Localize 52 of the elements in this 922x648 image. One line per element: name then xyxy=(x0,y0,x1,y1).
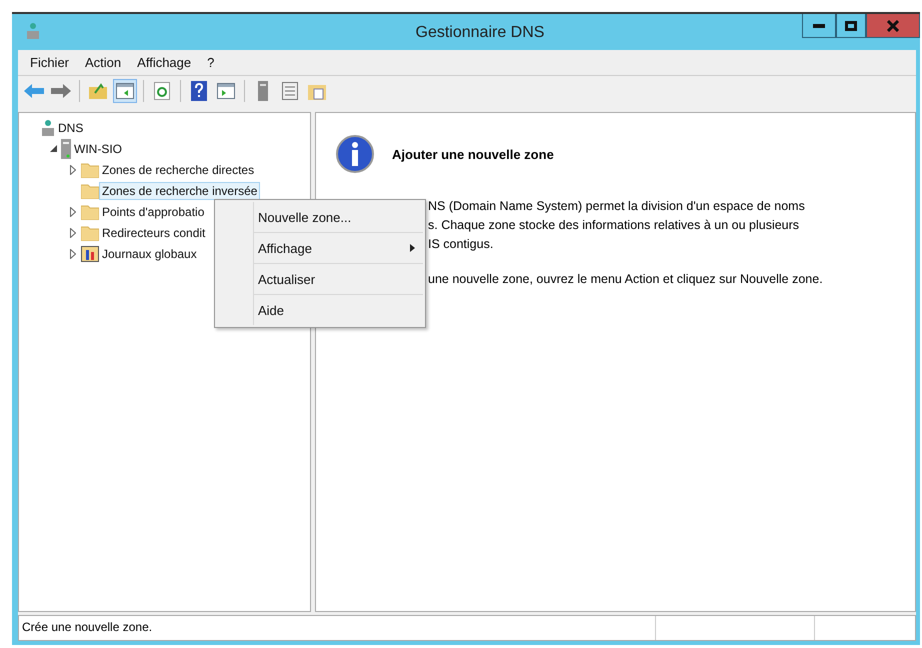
info-text: une nouvelle zone, ouvrez le menu Action et cliquez sur Nouvelle zone. xyxy=(428,271,824,288)
close-icon xyxy=(887,20,899,32)
collapsed-arrow-icon[interactable] xyxy=(70,206,76,216)
collapsed-arrow-icon[interactable] xyxy=(70,164,76,174)
console-tree-icon xyxy=(116,83,134,99)
folder-icon xyxy=(81,204,99,220)
help-icon xyxy=(191,81,207,101)
menu-item[interactable]: Affichage xyxy=(129,55,200,70)
context-menu-item[interactable]: Actualiser xyxy=(253,263,423,294)
network-icon xyxy=(41,120,55,136)
tree-item[interactable]: WIN-SIO xyxy=(71,140,125,158)
tree-item[interactable]: Zones de recherche inversée xyxy=(99,182,260,200)
info-text: IS contigus. xyxy=(428,236,494,253)
tree-item[interactable]: Points d'approbatio xyxy=(99,202,208,220)
list-icon xyxy=(282,82,298,100)
menu-item[interactable]: Fichier xyxy=(22,55,78,70)
minimize-button[interactable] xyxy=(802,14,836,38)
context-menu-item[interactable]: Aide xyxy=(253,294,423,325)
collapsed-arrow-icon[interactable] xyxy=(70,228,76,238)
forward-arrow-icon xyxy=(51,84,71,98)
folder-document-icon xyxy=(308,82,326,100)
app-icon xyxy=(26,22,40,40)
tree-item[interactable]: Redirecteurs condit xyxy=(99,224,208,242)
info-text: s. Chaque zone stocke des informations relatives à un ou plusieurs xyxy=(428,217,800,234)
action-pane-icon xyxy=(217,83,235,99)
tree-item[interactable]: Zones de recherche directes xyxy=(99,160,258,178)
status-text: Crée une nouvelle zone. xyxy=(21,619,154,636)
window-title: Gestionnaire DNS xyxy=(416,24,544,42)
toolbar-button[interactable] xyxy=(113,79,137,103)
minimize-icon xyxy=(813,24,825,28)
folder-arrow-icon xyxy=(89,83,107,99)
collapsed-arrow-icon[interactable] xyxy=(70,248,76,258)
expanded-arrow-icon[interactable] xyxy=(50,145,56,152)
tree-item[interactable]: Journaux globaux xyxy=(99,244,200,262)
maximize-icon xyxy=(845,20,857,30)
log-icon xyxy=(81,246,99,262)
refresh-icon xyxy=(154,82,170,100)
info-text: NS (Domain Name System) permet la division d'un espace de noms xyxy=(428,198,806,215)
server-icon xyxy=(61,138,71,158)
menu-item[interactable]: ? xyxy=(199,55,222,70)
server-icon xyxy=(258,81,268,101)
context-menu-item[interactable]: Nouvelle zone... xyxy=(253,202,423,232)
folder-icon xyxy=(81,182,99,198)
folder-icon xyxy=(81,162,99,178)
info-icon xyxy=(336,135,374,173)
context-menu-item[interactable]: Affichage xyxy=(253,232,423,263)
menu-item[interactable]: Action xyxy=(77,55,130,70)
tree-item[interactable]: DNS xyxy=(55,118,86,136)
folder-icon xyxy=(81,224,99,240)
info-title: Ajouter une nouvelle zone xyxy=(392,146,554,162)
back-arrow-icon xyxy=(24,84,44,98)
close-button[interactable] xyxy=(866,14,920,38)
